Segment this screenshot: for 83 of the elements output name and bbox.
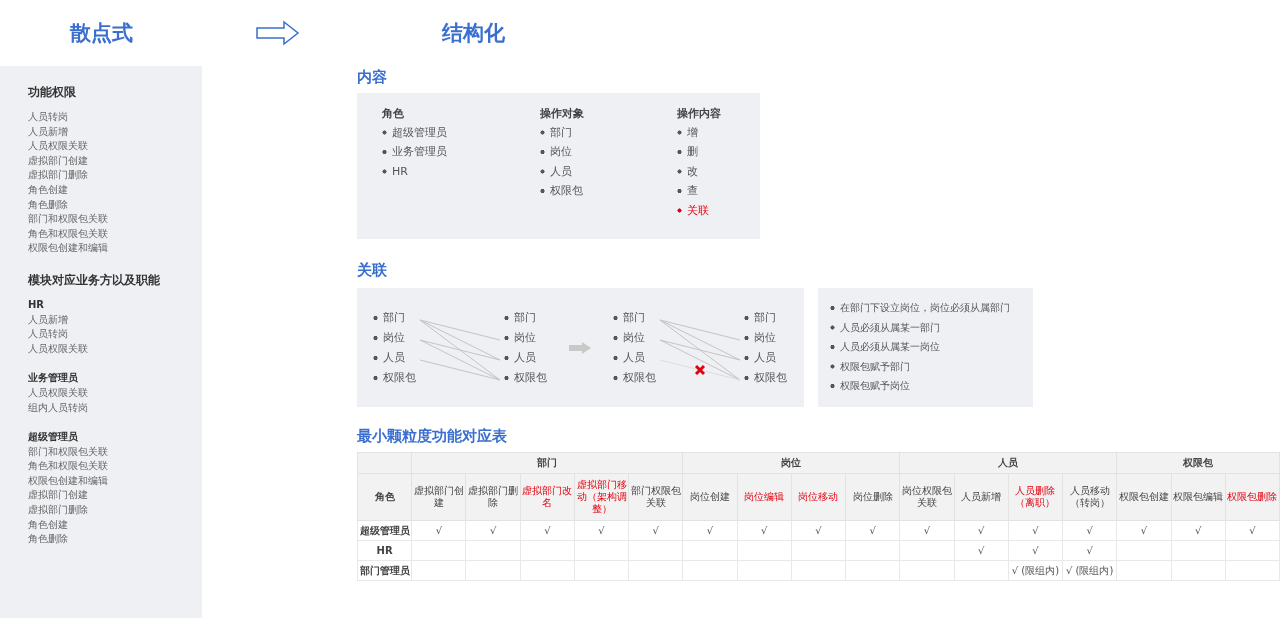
table-cell: 超级管理员 — [357, 520, 412, 541]
sidebar-item: 角色删除 — [28, 197, 69, 212]
table-cell: √ — [1225, 520, 1280, 541]
table-header: 人员新增 — [954, 473, 1009, 521]
table-cell: √ — [1008, 540, 1063, 561]
sidebar-item: 人员权限关联 — [28, 341, 89, 356]
column-heading: 角色 — [382, 106, 405, 122]
sidebar-item: 人员转岗 — [28, 327, 69, 342]
sidebar-item: 权限包创建和编辑 — [28, 473, 109, 488]
sidebar-item: 角色创建 — [28, 517, 69, 532]
table-header: 虚拟部门移动（架构调整） — [574, 473, 629, 521]
table-header — [357, 452, 412, 474]
sidebar-item: 角色删除 — [28, 532, 69, 547]
group-label: 超级管理员 — [28, 430, 79, 445]
table-header: 岗位编辑 — [737, 473, 792, 521]
column-heading: 操作对象 — [540, 106, 585, 122]
table-header: 权限包 — [1116, 452, 1280, 474]
table-header: 岗位删除 — [845, 473, 900, 521]
table-cell: √ — [1116, 520, 1171, 541]
table-header: 人员删除（离职） — [1008, 473, 1063, 521]
sidebar-item: 虚拟部门创建 — [28, 153, 89, 168]
table-cell: √ — [845, 520, 900, 541]
table-header: 岗位 — [682, 452, 900, 474]
table-cell: √ — [682, 520, 738, 541]
sidebar-item: 虚拟部门删除 — [28, 503, 89, 518]
sidebar-item: 人员转岗 — [28, 110, 69, 124]
table-header: 部门权限包关联 — [628, 473, 683, 521]
sidebar-item: 人员权限关联 — [28, 385, 89, 400]
table-cell: √ — [465, 520, 521, 541]
table-cell: √ (限组内) — [1008, 560, 1063, 581]
group-label: 业务管理员 — [28, 371, 79, 386]
sidebar-item: 人员新增 — [28, 312, 69, 327]
sidebar-item: 部门和权限包关联 — [28, 444, 109, 459]
arrow-icon — [569, 341, 591, 354]
sidebar-item: 角色和权限包关联 — [28, 459, 109, 474]
table-cell: √ — [1008, 520, 1063, 541]
table-cell: 部门管理员 — [357, 560, 412, 581]
table-cell: √ — [1062, 540, 1117, 561]
table-cell: √ — [791, 520, 846, 541]
table-cell: √ — [628, 520, 683, 541]
section-title: 内容 — [357, 68, 388, 87]
table-header: 虚拟部门创建 — [411, 473, 466, 521]
table-cell: √ — [954, 520, 1009, 541]
sidebar-title: 功能权限 — [28, 84, 77, 101]
table-cell: √ — [899, 520, 955, 541]
group-label: HR — [28, 297, 46, 312]
sidebar-item: 角色创建 — [28, 182, 69, 197]
arrow-icon — [256, 20, 300, 46]
table-header: 虚拟部门改名 — [520, 473, 575, 521]
sidebar-item: 角色和权限包关联 — [28, 226, 109, 241]
table-header: 岗位创建 — [682, 473, 738, 521]
table-cell: HR — [357, 540, 412, 561]
table-cell: √ — [411, 520, 466, 541]
table-header: 人员移动（转岗） — [1062, 473, 1117, 521]
table-cell: √ — [574, 520, 629, 541]
sidebar-item: 部门和权限包关联 — [28, 212, 109, 227]
sidebar-item: 组内人员转岗 — [28, 400, 89, 415]
table-header: 岗位权限包关联 — [899, 473, 955, 521]
section-title: 最小颗粒度功能对应表 — [357, 427, 508, 446]
table-header: 角色 — [357, 473, 412, 521]
sidebar-item: 虚拟部门删除 — [28, 168, 89, 183]
table-cell: √ — [520, 520, 575, 541]
table-cell: √ — [1062, 520, 1117, 541]
section-title: 关联 — [357, 261, 388, 280]
table-header: 岗位移动 — [791, 473, 846, 521]
table-header: 权限包创建 — [1116, 473, 1171, 521]
sidebar-item: 人员权限关联 — [28, 139, 89, 154]
section-heading: 散点式 — [69, 20, 133, 47]
sidebar-item: 虚拟部门创建 — [28, 488, 89, 503]
table-cell: √ — [954, 540, 1009, 561]
column-heading: 操作内容 — [677, 106, 721, 122]
table-header: 人员 — [899, 452, 1117, 474]
table-cell: √ — [1171, 520, 1226, 541]
table-header: 部门 — [411, 452, 683, 474]
table-header: 虚拟部门删除 — [465, 473, 521, 521]
sidebar-item: 权限包创建和编辑 — [28, 241, 109, 256]
sidebar-item: 人员新增 — [28, 124, 69, 139]
sidebar-title: 模块对应业务方以及职能 — [28, 271, 161, 289]
section-heading: 结构化 — [442, 20, 505, 47]
table-header: 权限包编辑 — [1171, 473, 1226, 521]
table-cell: √ (限组内) — [1062, 560, 1117, 581]
table-cell: √ — [737, 520, 792, 541]
table-header: 权限包删除 — [1225, 473, 1280, 521]
